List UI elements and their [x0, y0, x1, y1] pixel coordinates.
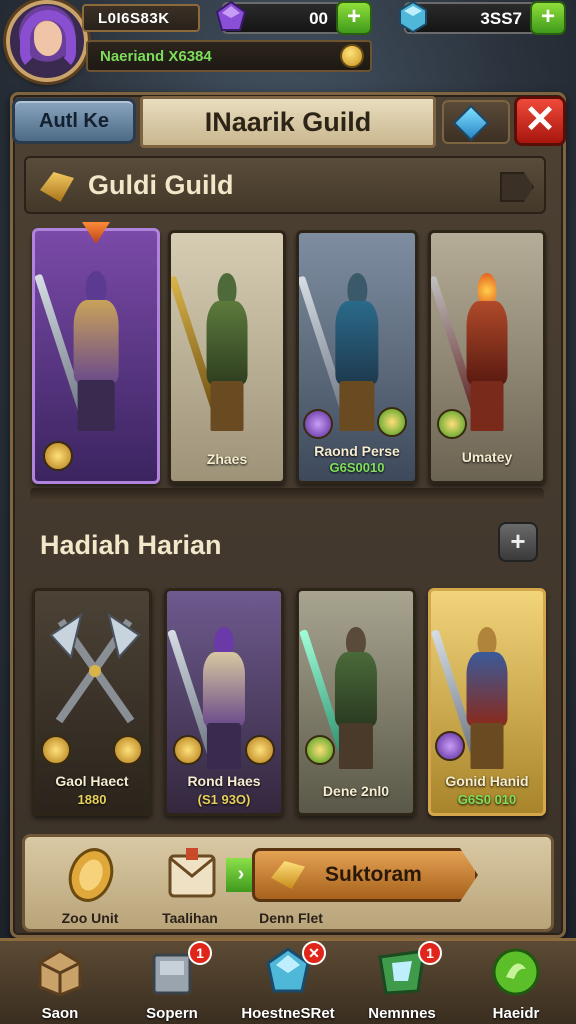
daily-rewards-title: Hadiah Harian: [40, 530, 222, 560]
gems-value: 00: [309, 9, 328, 28]
gold-badge-icon: [173, 735, 203, 765]
reward-value: 1880: [77, 792, 107, 807]
guild-section-title: Guldi Guild: [88, 170, 234, 200]
gold-badge-icon: [41, 735, 71, 765]
reward-value: G6S0 010: [457, 792, 517, 807]
back-button[interactable]: Autl Ke: [12, 98, 136, 144]
star-badge-icon: [437, 409, 467, 439]
crossed-axes-icon: [49, 612, 141, 724]
player-subtitle: Naeriand X6384: [86, 40, 372, 72]
avatar-face: [34, 22, 62, 56]
nav-heroes[interactable]: ✕ HoestneSRet: [232, 941, 344, 1024]
purple-orb-icon: [303, 409, 333, 439]
nav-support[interactable]: 1 Sopern: [116, 941, 228, 1024]
scroll-icon[interactable]: [166, 846, 218, 902]
top-hud: L0I6S83K Naeriand X6384 00 + 3SS7 +: [0, 0, 576, 88]
purple-orb-icon: [435, 731, 465, 761]
gold-badge-icon: [43, 441, 73, 471]
hero-figure: [35, 271, 132, 431]
gem-tab[interactable]: [442, 100, 510, 144]
reward-name: Dene 2nl0: [322, 783, 390, 799]
hero-card-2[interactable]: Zhaes: [168, 230, 286, 484]
claim-icon: [271, 861, 305, 889]
reward-card-4[interactable]: Gonid Hanid G6S0 010: [428, 588, 546, 816]
nav-shop-label: Saon: [41, 1005, 79, 1022]
add-crystals-button[interactable]: +: [530, 1, 566, 35]
nav-members[interactable]: 1 Nemnnes: [346, 941, 458, 1024]
crystals-counter: 3SS7 +: [399, 0, 566, 35]
hero-card-1[interactable]: [32, 228, 160, 484]
reward-value: (S1 93O): [197, 792, 251, 807]
hero-figure: [171, 272, 260, 432]
reward-name: Gonid Hanid: [445, 773, 529, 789]
crate-icon: [38, 949, 82, 997]
blue-crystal-icon: [399, 0, 427, 34]
nav-heroes-label: HoestneSRet: [241, 1005, 335, 1022]
star-badge-icon: [245, 735, 275, 765]
hero-name: Raond Perse: [314, 443, 400, 459]
add-gems-button[interactable]: +: [336, 1, 372, 35]
bottom-navigation: Saon 1 Sopern ✕ HoestneSRet 1 Nemnnes Ha…: [0, 938, 576, 1024]
reward-card-3[interactable]: Dene 2nl0: [296, 588, 416, 816]
gem-tab-icon: [452, 104, 490, 142]
reward-name: Gaol Haect: [55, 773, 129, 789]
player-subtitle-text: Naeriand X6384: [100, 48, 212, 65]
hero-card-4[interactable]: Umatey: [428, 230, 546, 484]
reward-item-2-label: Taalihan: [162, 910, 218, 926]
close-button[interactable]: ✕: [514, 96, 566, 146]
star-badge-icon: [113, 735, 143, 765]
guild-section-header: Guldi Guild: [24, 156, 546, 214]
crystals-value: 3SS7: [480, 9, 522, 28]
gems-counter: 00 +: [215, 0, 372, 35]
coin-icon[interactable]: [340, 44, 364, 68]
green-orb-icon: [492, 948, 540, 996]
hero-name: Zhaes: [206, 451, 248, 467]
reward-card-2[interactable]: Rond Haes (S1 93O): [164, 588, 284, 816]
alert-badge: ✕: [302, 941, 326, 965]
hero-power: G6S0010: [329, 460, 385, 475]
purple-gem-icon: [215, 0, 247, 31]
player-name: L0I6S83K: [82, 4, 200, 32]
nav-rewards-label: Haeidr: [492, 1005, 540, 1022]
daily-rewards-add-button[interactable]: +: [498, 522, 538, 562]
player-avatar[interactable]: [6, 0, 88, 82]
claim-button[interactable]: Suktoram: [252, 848, 478, 902]
notification-badge: 1: [418, 941, 442, 965]
nav-rewards[interactable]: Haeidr: [460, 941, 572, 1024]
arrow-icon: ›: [226, 858, 256, 892]
claim-button-label: Suktoram: [325, 863, 422, 886]
hero-figure: [431, 272, 520, 432]
hero-figure: [299, 272, 390, 432]
reward-name: Rond Haes: [187, 773, 261, 789]
guild-emblem-icon: [40, 172, 74, 202]
hero-name: Umatey: [461, 449, 513, 465]
gold-coin-icon[interactable]: [66, 846, 116, 904]
page-title: INaarik Guild: [140, 96, 436, 148]
star-badge-icon: [305, 735, 335, 765]
hero-card-3[interactable]: Raond Perse G6S0010: [296, 230, 418, 484]
star-badge-icon: [377, 407, 407, 437]
reward-item-1-label: Zoo Unit: [61, 910, 119, 926]
reward-item-3-label: Denn Flet: [259, 910, 323, 926]
notification-badge: 1: [188, 941, 212, 965]
nav-support-label: Sopern: [146, 1005, 198, 1022]
nav-members-label: Nemnnes: [368, 1005, 436, 1022]
section-divider: [30, 488, 544, 502]
nav-shop[interactable]: Saon: [4, 941, 116, 1024]
reward-card-1[interactable]: Gaol Haect 1880: [32, 588, 152, 816]
expand-arrow-icon[interactable]: [500, 172, 534, 202]
